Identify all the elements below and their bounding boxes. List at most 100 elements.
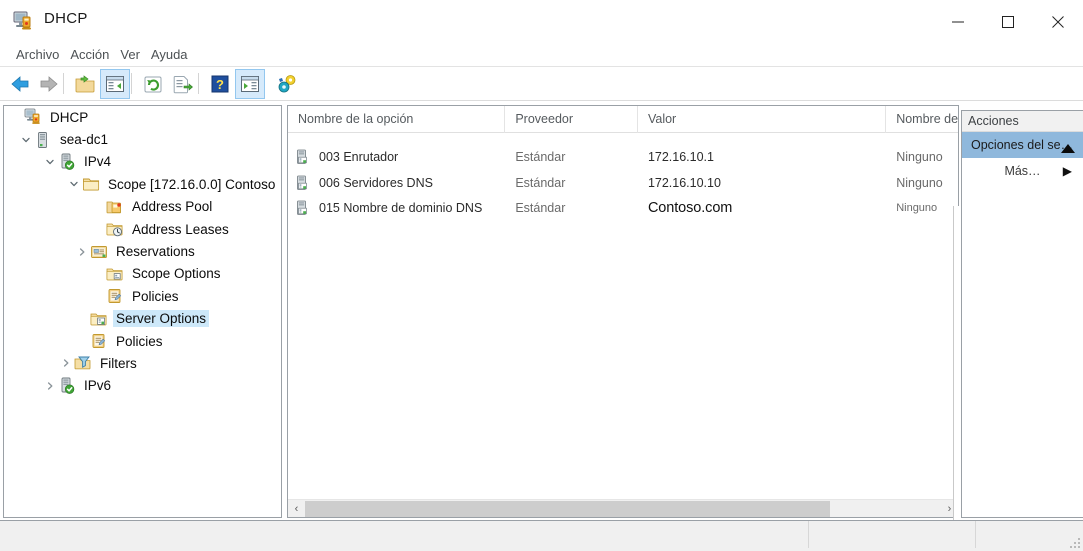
scroll-up-arrow-icon[interactable] [1059, 142, 1077, 156]
menu-ver[interactable]: Ver [119, 47, 141, 62]
tree-item-server-options[interactable]: Server Options [4, 308, 281, 330]
action-item-more[interactable]: Más… ▶ [962, 158, 1083, 184]
tree-item-sea-dc1[interactable]: sea-dc1 [4, 128, 281, 150]
tree-item-filters[interactable]: Filters [4, 352, 281, 374]
list-vertical-scroll-sliver[interactable] [953, 206, 961, 551]
cell-policy-name: Ninguno [896, 201, 938, 214]
chevron-down-icon[interactable] [66, 176, 82, 192]
cell-value: 172.16.10.1 [647, 150, 714, 164]
tree-item-ipv4[interactable]: IPv4 [4, 151, 281, 173]
tree-item-policies-server[interactable]: Policies [4, 330, 281, 352]
option-name-text: 003 Enrutador [319, 150, 399, 164]
column-header-value[interactable]: Valor [638, 106, 887, 133]
tree-item-label: Reservations [116, 244, 195, 260]
title-bar: DHCP [0, 0, 1083, 44]
no-chevron-spacer [90, 199, 106, 215]
cell-policy-name: Ninguno [896, 150, 943, 164]
window-title: DHCP [44, 10, 88, 27]
toolbar-separator [63, 73, 64, 94]
tree-item-ipv6[interactable]: IPv6 [4, 375, 281, 397]
tree-item-reservations[interactable]: Reservations [4, 240, 281, 262]
show-hide-action-pane-icon[interactable] [235, 69, 265, 99]
tree-item-label: IPv6 [84, 378, 112, 394]
actions-pane: Acciones Opciones del se… Más… ▶ [961, 110, 1083, 518]
option-server-icon [295, 200, 311, 216]
dhcp-root-icon [24, 108, 42, 126]
column-header-policy-name[interactable]: Nombre de dir [886, 106, 958, 133]
table-row[interactable]: 003 Enrutador Estándar 172.16.10.1 Ningu… [288, 144, 958, 170]
close-button[interactable] [1033, 0, 1083, 44]
cell-vendor: Estándar [515, 200, 566, 215]
status-bar [0, 520, 1083, 551]
chevron-down-icon[interactable] [18, 132, 34, 148]
table-row[interactable]: 006 Servidores DNS Estándar 172.16.10.10… [288, 170, 958, 195]
submenu-arrow-icon: ▶ [1062, 164, 1072, 178]
tree-item-label: IPv4 [84, 154, 112, 170]
resize-grip-icon[interactable] [1067, 535, 1083, 551]
tree-item-label: Scope Options [132, 266, 221, 282]
tree-item-scope-options[interactable]: Scope Options [4, 263, 281, 285]
dhcp-console-window: DHCP Archivo Acción Ver Ayuda ? DHCP sea… [0, 0, 1083, 551]
action-item-label: Más… [1004, 164, 1041, 178]
help-icon[interactable]: ? [205, 69, 235, 99]
chevron-right-icon[interactable] [58, 355, 74, 371]
dhcp-settings-icon[interactable] [272, 69, 302, 99]
console-tree-pane[interactable]: DHCP sea-dc1 IPv4 Scope [172.16.0.0] Con… [3, 105, 282, 518]
address-leases-icon [106, 220, 124, 238]
no-chevron-spacer [90, 266, 106, 282]
tree-item-label: Address Leases [132, 221, 229, 237]
cell-policy-name: Ninguno [896, 175, 943, 190]
policies-icon [90, 332, 108, 350]
back-icon[interactable] [5, 69, 35, 99]
options-list-pane[interactable]: Nombre de la opción Proveedor Valor Nomb… [287, 105, 959, 518]
table-row[interactable]: 015 Nombre de dominio DNS Estándar Conto… [288, 195, 958, 220]
option-name-text: 015 Nombre de dominio DNS [319, 200, 483, 215]
server-ok-icon [58, 377, 76, 395]
export-list-icon[interactable] [167, 69, 197, 99]
folder-icon [82, 175, 100, 193]
up-folder-icon[interactable] [70, 69, 100, 99]
options-list-body: 003 Enrutador Estándar 172.16.10.1 Ningu… [288, 133, 958, 220]
no-chevron-spacer [90, 288, 106, 304]
tree-item-address-leases[interactable]: Address Leases [4, 218, 281, 240]
filters-icon [74, 354, 92, 372]
maximize-button[interactable] [983, 0, 1033, 44]
tree-item-scope[interactable]: Scope [172.16.0.0] Contoso [4, 173, 281, 195]
option-name-text: 006 Servidores DNS [319, 175, 433, 190]
menu-archivo[interactable]: Archivo [15, 47, 60, 62]
tree-item-dhcp[interactable]: DHCP [4, 106, 281, 128]
policies-icon [106, 287, 124, 305]
chevron-down-icon[interactable] [42, 154, 58, 170]
cell-value: 172.16.10.10 [647, 175, 721, 190]
server-icon [34, 131, 52, 149]
minimize-button[interactable] [933, 0, 983, 44]
toolbar-separator [131, 73, 132, 94]
show-hide-console-tree-icon[interactable] [100, 69, 130, 99]
scrollbar-thumb[interactable] [305, 500, 830, 517]
window-controls [933, 0, 1083, 44]
server-options-icon [90, 310, 108, 328]
cell-option-name: 006 Servidores DNS [288, 175, 505, 191]
menu-accion[interactable]: Acción [69, 47, 110, 62]
action-item-label: Opciones del se… [971, 138, 1074, 152]
tree-item-label: sea-dc1 [60, 132, 109, 148]
chevron-right-icon[interactable] [42, 378, 58, 394]
column-header-vendor[interactable]: Proveedor [505, 106, 638, 133]
option-server-icon [295, 149, 311, 165]
tree-item-policies-scope[interactable]: Policies [4, 285, 281, 307]
menu-bar: Archivo Acción Ver Ayuda [0, 44, 1083, 67]
scroll-left-arrow-icon[interactable]: ‹ [288, 500, 305, 518]
dhcp-server-icon [11, 9, 35, 33]
forward-icon[interactable] [34, 69, 64, 99]
tree-item-address-pool[interactable]: Address Pool [4, 196, 281, 218]
menu-ayuda[interactable]: Ayuda [150, 47, 189, 62]
column-header-option-name[interactable]: Nombre de la opción [288, 106, 506, 133]
tree-item-label: DHCP [50, 109, 89, 125]
chevron-right-icon[interactable] [74, 244, 90, 260]
refresh-icon[interactable] [138, 69, 168, 99]
address-pool-icon [106, 198, 124, 216]
list-horizontal-scrollbar[interactable]: ‹ › [288, 499, 958, 517]
scrollbar-track[interactable] [305, 500, 941, 518]
svg-text:?: ? [216, 77, 224, 92]
option-server-icon [295, 175, 311, 191]
